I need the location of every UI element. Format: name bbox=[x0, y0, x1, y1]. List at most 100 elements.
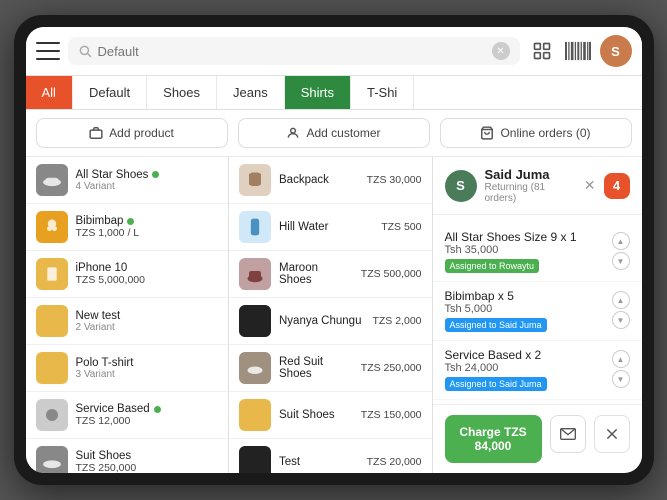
nav-up[interactable]: ▲ bbox=[612, 350, 630, 368]
list-item[interactable]: Service Based TZS 12,000 bbox=[26, 392, 229, 439]
list-item[interactable]: Suit Shoes TZS 150,000 bbox=[229, 392, 432, 439]
tab-shoes[interactable]: Shoes bbox=[147, 76, 217, 109]
product-name: Test bbox=[279, 456, 359, 468]
barcode-icon[interactable] bbox=[564, 37, 592, 65]
product-name: Polo T-shirt bbox=[76, 357, 219, 369]
charge-button[interactable]: Charge TZS 84,000 bbox=[445, 415, 542, 463]
order-item-price: Tsh 35,000 bbox=[445, 244, 612, 256]
order-nav: ▲ ▼ bbox=[612, 348, 630, 388]
right-panel: S Said Juma Returning (81 orders) ✕ 4 Al… bbox=[432, 157, 642, 473]
tab-jeans[interactable]: Jeans bbox=[217, 76, 285, 109]
close-customer-button[interactable]: ✕ bbox=[584, 177, 596, 194]
active-dot bbox=[152, 171, 159, 178]
product-thumbnail bbox=[239, 258, 271, 290]
grid-view-icon[interactable] bbox=[528, 37, 556, 65]
list-item[interactable]: iPhone 10 TZS 5,000,000 bbox=[26, 251, 229, 298]
product-thumbnail bbox=[36, 399, 68, 431]
order-item[interactable]: Bibimbap x 5 Tsh 5,000 Assigned to Said … bbox=[433, 282, 642, 341]
product-name: Red Suit Shoes bbox=[279, 356, 353, 380]
products-panel: All Star Shoes 4 Variant Bibimbap bbox=[26, 157, 432, 473]
product-thumbnail bbox=[239, 352, 271, 384]
product-thumbnail bbox=[36, 258, 68, 290]
nav-down[interactable]: ▼ bbox=[612, 311, 630, 329]
search-input[interactable] bbox=[98, 44, 486, 59]
add-product-button[interactable]: Add product bbox=[36, 118, 228, 148]
main-content: All Star Shoes 4 Variant Bibimbap bbox=[26, 157, 642, 473]
cancel-order-button[interactable] bbox=[594, 415, 630, 453]
customer-info: Said Juma Returning (81 orders) bbox=[485, 167, 576, 204]
category-tabs: All Default Shoes Jeans Shirts T-Shi bbox=[26, 76, 642, 110]
order-nav: ▲ ▼ bbox=[612, 289, 630, 329]
email-button[interactable] bbox=[550, 415, 586, 453]
tab-default[interactable]: Default bbox=[73, 76, 147, 109]
nav-down[interactable]: ▼ bbox=[612, 252, 630, 270]
product-name: Hill Water bbox=[279, 221, 373, 233]
order-item-name: Service Based x 2 bbox=[445, 348, 612, 362]
list-item[interactable]: New test 2 Variant bbox=[26, 298, 229, 345]
order-item-info: All Star Shoes Size 9 x 1 Tsh 35,000 Ass… bbox=[445, 230, 612, 274]
product-info: All Star Shoes 4 Variant bbox=[76, 169, 219, 192]
email-icon bbox=[560, 427, 576, 441]
order-item-name: Bibimbap x 5 bbox=[445, 289, 612, 303]
tab-shirts[interactable]: Shirts bbox=[285, 76, 351, 109]
nav-up[interactable]: ▲ bbox=[612, 232, 630, 250]
add-customer-icon bbox=[286, 126, 300, 140]
product-variant: 4 Variant bbox=[76, 181, 219, 192]
list-item[interactable]: Hill Water TZS 500 bbox=[229, 204, 432, 251]
add-product-icon bbox=[89, 126, 103, 140]
product-name: Backpack bbox=[279, 174, 359, 186]
product-price: TZS 250,000 bbox=[76, 462, 219, 473]
product-price: TZS 150,000 bbox=[361, 409, 422, 421]
product-thumbnail bbox=[239, 211, 271, 243]
order-item-badge: Assigned to Rowaytu bbox=[445, 259, 540, 273]
list-item[interactable]: Bibimbap TZS 1,000 / L bbox=[26, 204, 229, 251]
action-row: Add product Add customer Online orders (… bbox=[26, 110, 642, 157]
product-info: Backpack bbox=[279, 174, 359, 186]
online-orders-button[interactable]: Online orders (0) bbox=[440, 118, 632, 148]
product-price: TZS 30,000 bbox=[367, 174, 422, 186]
order-item[interactable]: Service Based x 2 Tsh 24,000 Assigned to… bbox=[433, 341, 642, 400]
product-info: Hill Water bbox=[279, 221, 373, 233]
add-customer-label: Add customer bbox=[306, 126, 380, 140]
product-col-right: Backpack TZS 30,000 Hill Water TZS 500 bbox=[229, 157, 432, 473]
tablet-inner: ✕ S bbox=[26, 27, 642, 473]
nav-up[interactable]: ▲ bbox=[612, 291, 630, 309]
order-item[interactable]: All Star Shoes Size 9 x 1 Tsh 35,000 Ass… bbox=[433, 223, 642, 282]
product-info: Test bbox=[279, 456, 359, 468]
product-thumbnail bbox=[36, 446, 68, 473]
search-icon bbox=[78, 44, 92, 58]
search-bar: ✕ bbox=[68, 37, 520, 65]
tab-all[interactable]: All bbox=[26, 76, 73, 109]
cart-badge[interactable]: 4 bbox=[604, 173, 630, 199]
search-clear-button[interactable]: ✕ bbox=[492, 42, 510, 60]
product-info: Service Based TZS 12,000 bbox=[76, 403, 219, 427]
product-price: TZS 250,000 bbox=[361, 362, 422, 374]
list-item[interactable]: Test TZS 20,000 bbox=[229, 439, 432, 473]
add-product-label: Add product bbox=[109, 126, 174, 140]
list-item[interactable]: Maroon Shoes TZS 500,000 bbox=[229, 251, 432, 298]
list-item[interactable]: Nyanya Chungu TZS 2,000 bbox=[229, 298, 432, 345]
add-customer-button[interactable]: Add customer bbox=[238, 118, 430, 148]
product-info: Suit Shoes TZS 250,000 bbox=[76, 450, 219, 473]
product-info: Suit Shoes bbox=[279, 409, 353, 421]
list-item[interactable]: Suit Shoes TZS 250,000 bbox=[26, 439, 229, 473]
order-list: All Star Shoes Size 9 x 1 Tsh 35,000 Ass… bbox=[433, 215, 642, 404]
order-item-price: Tsh 24,000 bbox=[445, 362, 612, 374]
product-info: Nyanya Chungu bbox=[279, 315, 364, 327]
hamburger-icon[interactable] bbox=[36, 42, 60, 60]
product-variant: 2 Variant bbox=[76, 322, 219, 333]
header-icons: S bbox=[528, 35, 632, 67]
product-thumbnail bbox=[36, 352, 68, 384]
nav-down[interactable]: ▼ bbox=[612, 370, 630, 388]
rp-footer: Charge TZS 84,000 bbox=[433, 404, 642, 473]
list-item[interactable]: Polo T-shirt 3 Variant bbox=[26, 345, 229, 392]
list-item[interactable]: Red Suit Shoes TZS 250,000 bbox=[229, 345, 432, 392]
list-item[interactable]: Backpack TZS 30,000 bbox=[229, 157, 432, 204]
list-item[interactable]: All Star Shoes 4 Variant bbox=[26, 157, 229, 204]
product-name: Suit Shoes bbox=[76, 450, 219, 462]
customer-header: S Said Juma Returning (81 orders) ✕ 4 bbox=[433, 157, 642, 215]
product-thumbnail bbox=[239, 446, 271, 473]
product-name: iPhone 10 bbox=[76, 262, 219, 274]
user-avatar[interactable]: S bbox=[600, 35, 632, 67]
tab-tshirt[interactable]: T-Shi bbox=[351, 76, 414, 109]
